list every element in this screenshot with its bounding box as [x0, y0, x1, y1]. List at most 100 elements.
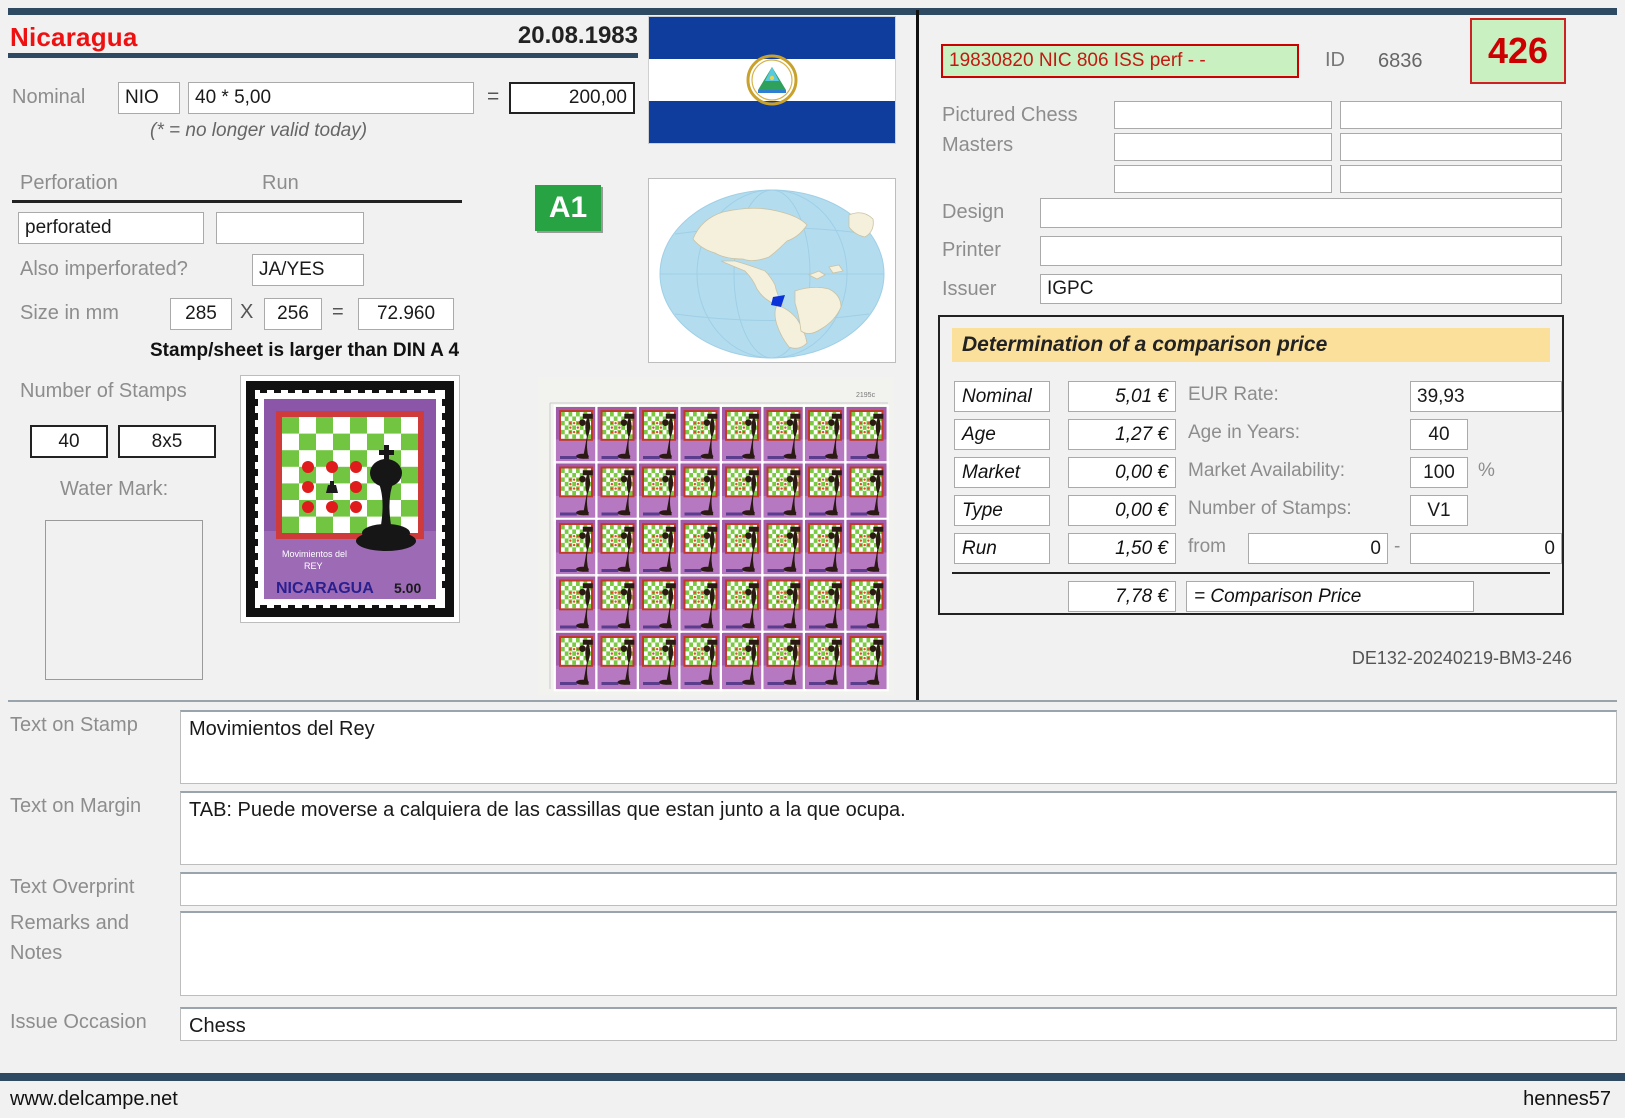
age-in-years-field[interactable]: 40 — [1410, 419, 1468, 450]
page-title: Nicaragua — [10, 22, 138, 52]
design-field[interactable] — [1040, 198, 1562, 228]
stamp-svg: Movimientos del REY NICARAGUA 5.00 — [246, 381, 454, 617]
comparison-row-name-1: Age — [954, 419, 1050, 450]
nominal-currency-field[interactable]: NIO — [118, 82, 180, 114]
stamp-count-field[interactable]: 40 — [30, 425, 108, 458]
stamp-sheet-image: 2195c — [538, 377, 894, 695]
nominal-label: Nominal — [12, 86, 86, 108]
sheet-svg: 2195c — [538, 377, 894, 695]
watermark-label: Water Mark: — [60, 478, 169, 500]
text-on-margin-label: Text on Margin — [10, 795, 142, 817]
footer-username: hennes57 — [1523, 1088, 1611, 1110]
comparison-row-amount-1[interactable]: 1,27 € — [1068, 419, 1176, 450]
design-label: Design — [942, 201, 1005, 223]
globe-svg — [649, 179, 895, 362]
stamp-caption-line1: Movimientos del — [282, 549, 347, 559]
perforation-field[interactable]: perforated — [18, 212, 204, 244]
pictured-master-field-6[interactable] — [1340, 165, 1562, 193]
run-label: Run — [262, 172, 299, 194]
comparison-row-amount-3[interactable]: 0,00 € — [1068, 495, 1176, 526]
nicaragua-flag-svg — [649, 17, 895, 143]
svg-text:2195c: 2195c — [856, 392, 876, 399]
run-range-dash: - — [1394, 536, 1401, 557]
run-from-field[interactable]: 0 — [1248, 533, 1388, 564]
catalog-code-field[interactable]: 19830820 NIC 806 ISS perf - - — [941, 44, 1299, 78]
issuer-field[interactable]: IGPC — [1040, 274, 1562, 304]
text-on-stamp-label: Text on Stamp — [10, 714, 138, 736]
issue-date: 20.08.1983 — [517, 22, 638, 49]
stamp-denomination-text: 5.00 — [394, 580, 421, 596]
comparison-row-name-0: Nominal — [954, 381, 1050, 412]
pictured-chess-masters-label-1: Pictured Chess — [942, 104, 1078, 126]
market-availability-field[interactable]: 100 — [1410, 457, 1468, 488]
comparison-row-name-4: Run — [954, 533, 1050, 564]
location-globe-image — [648, 178, 896, 363]
issue-occasion-field[interactable]: Chess — [180, 1007, 1617, 1041]
size-height-field[interactable]: 256 — [264, 298, 322, 330]
issuer-label: Issuer — [942, 278, 997, 300]
comparison-side-label-3: Number of Stamps: — [1188, 498, 1352, 519]
footer-source-link[interactable]: www.delcampe.net — [10, 1088, 178, 1111]
comparison-row-name-2: Market — [954, 457, 1050, 488]
column-separator — [916, 10, 919, 700]
pictured-master-field-2[interactable] — [1340, 101, 1562, 129]
watermark-image-box[interactable] — [45, 520, 203, 680]
country-flag-image — [648, 16, 896, 144]
pictured-master-field-4[interactable] — [1340, 133, 1562, 161]
pictured-master-field-5[interactable] — [1114, 165, 1332, 193]
remarks-label-line2: Notes — [10, 942, 63, 964]
comparison-side-label-2: Market Availability: — [1188, 460, 1345, 481]
run-to-field[interactable]: 0 — [1410, 533, 1562, 564]
comparison-total-rule — [952, 572, 1550, 574]
pictured-master-field-3[interactable] — [1114, 133, 1332, 161]
percent-sign: % — [1478, 460, 1495, 481]
comparison-total-label: = Comparison Price — [1186, 581, 1474, 612]
remarks-label-line1: Remarks and — [10, 912, 129, 934]
comparison-row-amount-4[interactable]: 1,50 € — [1068, 533, 1176, 564]
pictured-chess-masters-label-2: Masters — [942, 134, 1014, 156]
stamp-caption-line2: REY — [304, 561, 323, 571]
record-number-badge: 426 — [1470, 18, 1566, 84]
text-overprint-label: Text Overprint — [10, 876, 135, 898]
eur-rate-field[interactable]: 39,93 — [1410, 381, 1562, 412]
section-separator — [8, 700, 1617, 702]
stamp-grid-field[interactable]: 8x5 — [118, 425, 216, 458]
comparison-price-title: Determination of a comparison price — [952, 328, 1550, 362]
text-overprint-field[interactable] — [180, 872, 1617, 906]
also-imperforated-label: Also imperforated? — [20, 258, 188, 280]
nominal-total-field[interactable]: 200,00 — [509, 82, 635, 114]
comparison-side-label-1: Age in Years: — [1188, 422, 1300, 443]
run-field[interactable] — [216, 212, 364, 244]
size-x-sign: X — [240, 301, 254, 323]
comparison-side-label-0: EUR Rate: — [1188, 384, 1279, 405]
also-imperforated-field[interactable]: JA/YES — [252, 254, 364, 286]
stamp-country-text: NICARAGUA — [276, 580, 374, 597]
number-of-stamps-label: Number of Stamps — [20, 380, 187, 402]
number-of-stamps-type-field[interactable]: V1 — [1410, 495, 1468, 526]
perforation-label: Perforation — [20, 172, 118, 194]
printer-label: Printer — [942, 239, 1001, 261]
size-area-field[interactable]: 72.960 — [358, 298, 454, 330]
id-label: ID — [1325, 49, 1345, 71]
comparison-row-amount-2[interactable]: 0,00 € — [1068, 457, 1176, 488]
pictured-master-field-1[interactable] — [1114, 101, 1332, 129]
perforation-rule — [12, 200, 462, 203]
footer-accent-bar — [0, 1073, 1625, 1081]
size-equals-sign: = — [332, 301, 344, 323]
din-size-note: Stamp/sheet is larger than DIN A 4 — [150, 340, 460, 361]
remarks-and-notes-field[interactable] — [180, 911, 1617, 996]
header-rule — [8, 53, 638, 58]
comparison-row-amount-0[interactable]: 5,01 € — [1068, 381, 1176, 412]
nominal-equals-sign: = — [487, 85, 500, 108]
size-width-field[interactable]: 285 — [170, 298, 232, 330]
top-accent-bar — [8, 8, 1617, 15]
printer-field[interactable] — [1040, 236, 1562, 266]
text-on-stamp-field[interactable]: Movimientos del Rey — [180, 710, 1617, 784]
nominal-expression-field[interactable]: 40 * 5,00 — [188, 82, 474, 114]
quality-badge-a1: A1 — [535, 185, 601, 231]
text-on-margin-field[interactable]: TAB: Puede moverse a calquiera de las ca… — [180, 791, 1617, 865]
reference-code: DE132-20240219-BM3-246 — [1351, 648, 1572, 668]
comparison-side-label-4: from — [1188, 536, 1226, 557]
issue-occasion-label: Issue Occasion — [10, 1011, 147, 1033]
nominal-validity-note: (* = no longer valid today) — [150, 120, 368, 141]
